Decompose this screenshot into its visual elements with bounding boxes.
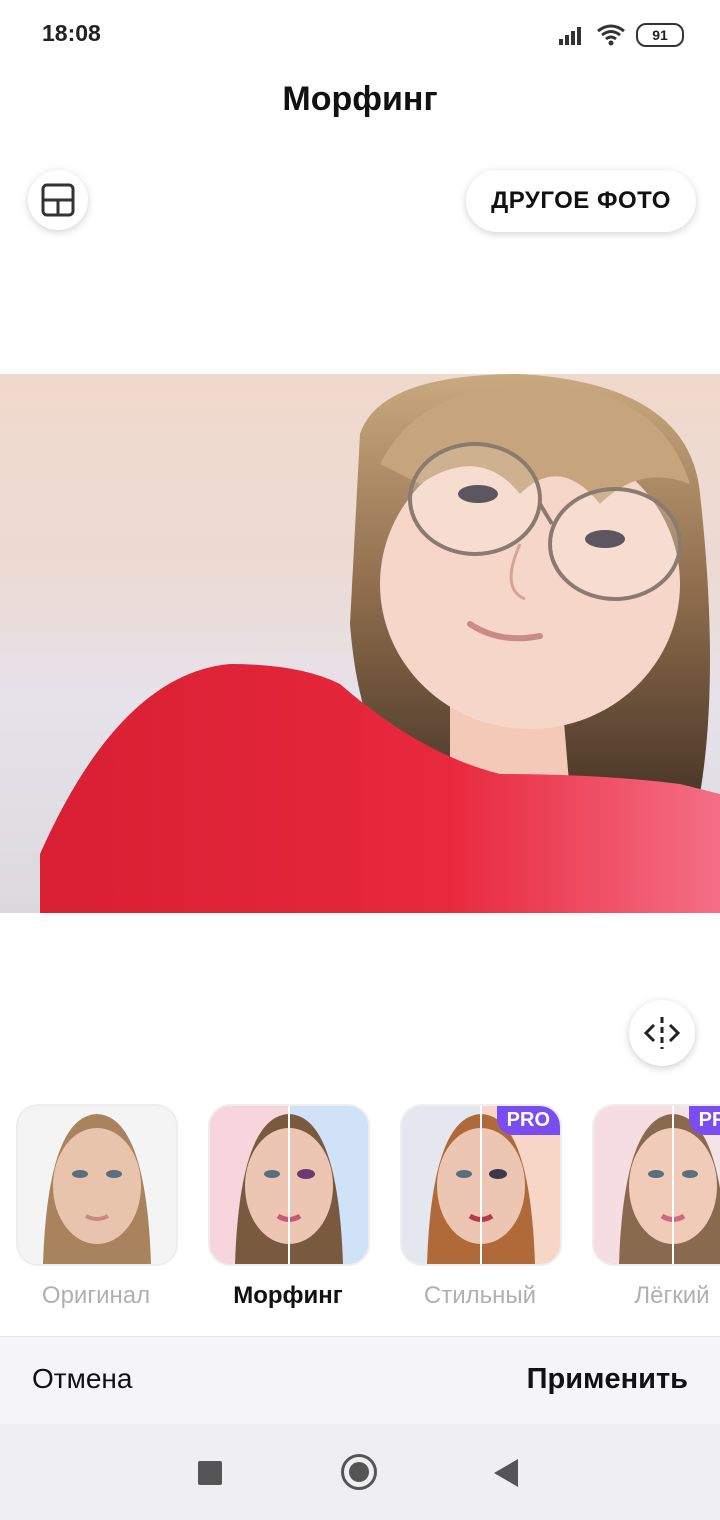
- filter-item-stylish[interactable]: PRO Стильный: [400, 1104, 562, 1310]
- filter-label: Оригинал: [41, 1282, 151, 1309]
- filter-thumbnail[interactable]: PRO: [592, 1104, 720, 1266]
- page-title: Морфинг: [282, 80, 438, 118]
- main-photo: [0, 374, 720, 913]
- bottom-action-bar: Отмена Применить: [0, 1336, 720, 1425]
- status-bar: 18:08 91: [0, 0, 720, 70]
- filter-label: Стильный: [423, 1282, 537, 1309]
- back-button[interactable]: [494, 1459, 518, 1487]
- other-photo-button[interactable]: ДРУГОЕ ФОТО: [466, 170, 696, 232]
- battery-indicator: 91: [636, 23, 684, 47]
- compare-toggle-button[interactable]: [629, 1000, 695, 1066]
- filter-item-original[interactable]: Оригинал: [16, 1104, 178, 1310]
- layout-toggle-button[interactable]: [28, 170, 88, 230]
- compare-icon: [643, 1017, 681, 1049]
- cancel-button[interactable]: Отмена: [32, 1363, 132, 1395]
- status-icons: 91: [558, 20, 684, 50]
- wifi-icon: [597, 24, 625, 46]
- filter-item-light[interactable]: PRO Лёгкий: [592, 1104, 720, 1310]
- status-time: 18:08: [42, 20, 101, 46]
- filter-label: Морфинг: [233, 1282, 343, 1309]
- signal-icon: [559, 27, 581, 45]
- filter-thumbnail[interactable]: [16, 1104, 178, 1266]
- recents-button[interactable]: [198, 1461, 222, 1485]
- pro-badge: PRO: [688, 1106, 720, 1135]
- portrait-illustration: [0, 374, 720, 913]
- layout-icon: [41, 183, 75, 217]
- filter-item-morphing[interactable]: Морфинг: [208, 1104, 370, 1310]
- filter-thumbnail[interactable]: PRO: [400, 1104, 562, 1266]
- filter-strip[interactable]: Оригинал Морфинг PRO Стильный P Лёгкий: [0, 1100, 720, 1310]
- pro-badge: PRO: [496, 1106, 560, 1135]
- filter-label: Лёгкий: [634, 1282, 710, 1309]
- filter-thumbnail[interactable]: [208, 1104, 370, 1266]
- home-button[interactable]: [341, 1454, 377, 1490]
- system-nav-bar: [0, 1424, 720, 1520]
- apply-button[interactable]: Применить: [527, 1363, 688, 1396]
